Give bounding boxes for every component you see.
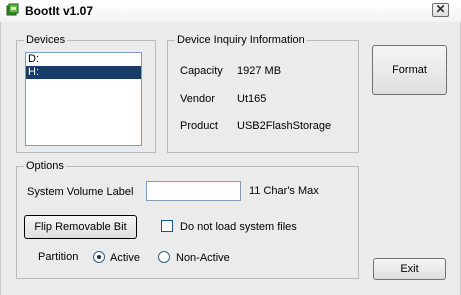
- partition-label: Partition: [38, 251, 79, 263]
- max-chars-hint: 11 Char's Max: [249, 185, 319, 197]
- close-button[interactable]: ✕: [432, 2, 449, 17]
- radio-active-label[interactable]: Active: [110, 251, 140, 265]
- devices-listbox[interactable]: D: H:: [25, 52, 142, 146]
- capacity-value: 1927 MB: [237, 65, 282, 77]
- radio-active-dot: [97, 255, 101, 259]
- capacity-label: Capacity: [180, 65, 223, 77]
- vendor-value: Ut165: [237, 93, 267, 105]
- exit-button-label: Exit: [400, 263, 419, 275]
- device-item-h[interactable]: H:: [26, 66, 141, 79]
- options-group-title: Options: [24, 159, 66, 173]
- no-system-files-checkbox[interactable]: [161, 220, 173, 232]
- title-bar[interactable]: BootIt v1.07 ✕: [0, 0, 461, 23]
- product-label: Product: [180, 120, 218, 132]
- volume-label-input[interactable]: [146, 181, 241, 201]
- vendor-label: Vendor: [180, 93, 215, 105]
- radio-nonactive-label[interactable]: Non-Active: [176, 251, 230, 265]
- devices-group-title: Devices: [24, 33, 68, 47]
- device-inquiry-title: Device Inquiry Information: [175, 33, 307, 47]
- device-item-d[interactable]: D:: [26, 53, 141, 66]
- flip-removable-bit-label: Flip Removable Bit: [34, 221, 127, 233]
- close-icon: ✕: [435, 2, 446, 16]
- no-system-files-label[interactable]: Do not load system files: [180, 220, 297, 234]
- volume-label: System Volume Label: [27, 186, 134, 198]
- volume-label-value: [147, 186, 149, 198]
- format-button-label: Format: [392, 64, 427, 76]
- window-title: BootIt v1.07: [25, 4, 94, 18]
- flip-removable-bit-button[interactable]: Flip Removable Bit: [24, 215, 137, 239]
- exit-button[interactable]: Exit: [373, 258, 446, 280]
- product-value: USB2FlashStorage: [237, 120, 332, 132]
- bootit-window: BootIt v1.07 ✕ Devices D: H: Device Inqu…: [0, 0, 461, 295]
- format-button[interactable]: Format: [372, 45, 447, 95]
- radio-nonactive[interactable]: [158, 251, 170, 263]
- app-icon: [6, 3, 19, 16]
- radio-active[interactable]: [93, 251, 105, 263]
